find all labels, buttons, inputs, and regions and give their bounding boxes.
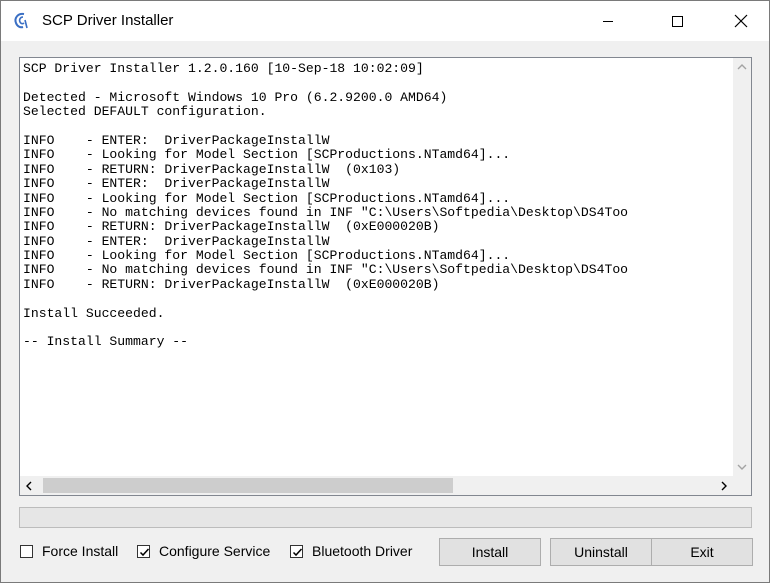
bluetooth-driver-box[interactable] bbox=[290, 544, 303, 558]
scroll-up-button[interactable] bbox=[733, 58, 751, 76]
scroll-right-button[interactable] bbox=[715, 476, 733, 495]
window-title: SCP Driver Installer bbox=[42, 12, 174, 29]
maximize-button[interactable] bbox=[654, 1, 700, 41]
log-line: INFO - Looking for Model Section [SCProd… bbox=[23, 248, 511, 264]
log-line: INFO - ENTER: DriverPackageInstallW bbox=[23, 132, 330, 148]
log-output[interactable]: SCP Driver Installer 1.2.0.160 [10-Sep-1… bbox=[19, 57, 752, 496]
scroll-left-button[interactable] bbox=[20, 476, 38, 495]
force-install-label: Force Install bbox=[42, 543, 119, 559]
log-line: INFO - RETURN: DriverPackageInstallW (0x… bbox=[23, 161, 401, 177]
horizontal-scroll-thumb[interactable] bbox=[43, 478, 453, 493]
configure-service-label: Configure Service bbox=[159, 543, 271, 559]
log-line: Install Succeeded. bbox=[23, 305, 165, 321]
log-line: INFO - No matching devices found in INF … bbox=[23, 262, 629, 278]
log-line: -- Install Summary -- bbox=[23, 334, 189, 350]
vertical-scrollbar[interactable] bbox=[733, 58, 751, 476]
scp-logo-icon bbox=[11, 11, 31, 31]
maximize-icon bbox=[672, 16, 683, 27]
bluetooth-driver-checkbox[interactable]: Bluetooth Driver bbox=[290, 543, 412, 559]
chevron-down-icon bbox=[737, 464, 747, 470]
log-line: INFO - RETURN: DriverPackageInstallW (0x… bbox=[23, 219, 440, 235]
log-text: SCP Driver Installer 1.2.0.160 [10-Sep-1… bbox=[23, 62, 732, 476]
configure-service-box[interactable] bbox=[137, 544, 150, 558]
log-line: INFO - Looking for Model Section [SCProd… bbox=[23, 147, 511, 163]
scrollbar-corner bbox=[733, 476, 751, 495]
title-bar[interactable]: SCP Driver Installer bbox=[1, 1, 769, 41]
minimize-button[interactable] bbox=[585, 1, 631, 41]
log-line: SCP Driver Installer 1.2.0.160 [10-Sep-1… bbox=[23, 62, 424, 76]
uninstall-button[interactable]: Uninstall bbox=[550, 538, 652, 566]
horizontal-scrollbar[interactable] bbox=[20, 476, 733, 495]
configure-service-checkbox[interactable]: Configure Service bbox=[137, 543, 270, 559]
close-button[interactable] bbox=[718, 1, 764, 41]
log-line: INFO - ENTER: DriverPackageInstallW bbox=[23, 176, 330, 192]
log-line: INFO - RETURN: DriverPackageInstallW (0x… bbox=[23, 276, 440, 292]
log-line: INFO - ENTER: DriverPackageInstallW bbox=[23, 233, 330, 249]
log-line: INFO - Looking for Model Section [SCProd… bbox=[23, 190, 511, 206]
force-install-checkbox[interactable]: Force Install bbox=[20, 543, 118, 559]
force-install-box[interactable] bbox=[20, 544, 33, 558]
progress-bar bbox=[19, 507, 752, 528]
close-icon bbox=[734, 14, 748, 28]
log-line: Detected - Microsoft Windows 10 Pro (6.2… bbox=[23, 89, 448, 105]
install-button[interactable]: Install bbox=[439, 538, 541, 566]
exit-button[interactable]: Exit bbox=[651, 538, 753, 566]
installer-window: SCP Driver Installer SCP Driver Installe… bbox=[0, 0, 770, 583]
chevron-up-icon bbox=[737, 64, 747, 70]
chevron-left-icon bbox=[26, 481, 32, 490]
scroll-down-button[interactable] bbox=[733, 458, 751, 476]
checkmark-icon bbox=[292, 547, 303, 556]
log-line: INFO - No matching devices found in INF … bbox=[23, 204, 629, 220]
minimize-icon bbox=[603, 21, 613, 22]
chevron-right-icon bbox=[721, 481, 727, 490]
bluetooth-driver-label: Bluetooth Driver bbox=[312, 543, 413, 559]
checkmark-icon bbox=[139, 547, 150, 556]
log-line: Selected DEFAULT configuration. bbox=[23, 104, 267, 120]
